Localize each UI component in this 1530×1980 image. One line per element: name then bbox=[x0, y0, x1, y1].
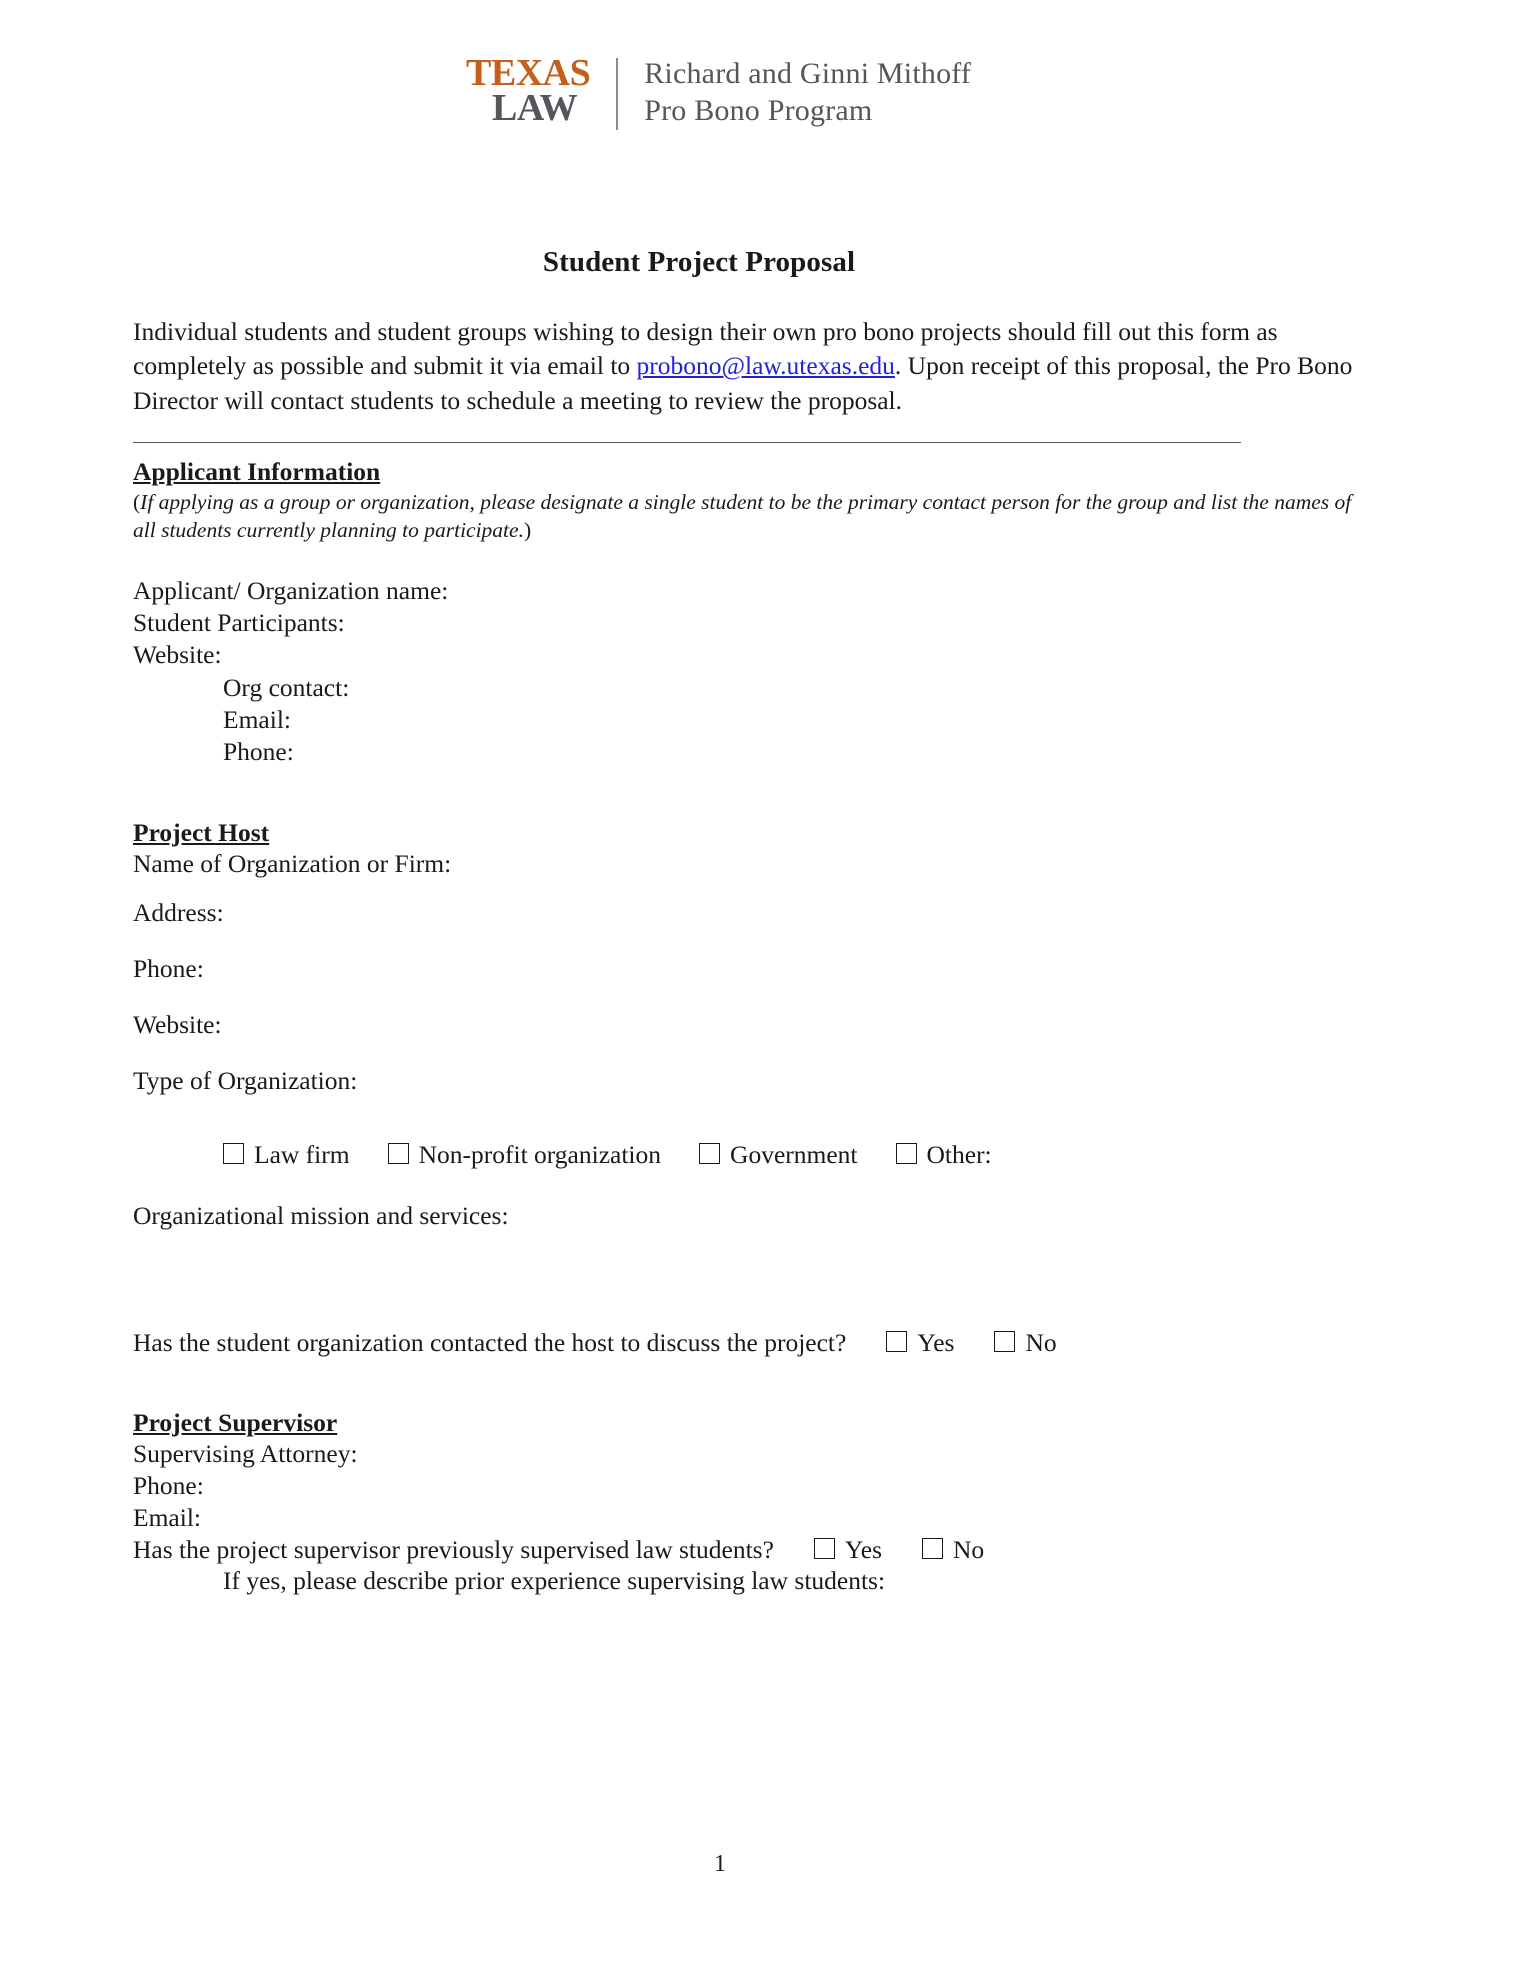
supervised-students-question-label: Has the project supervisor previously su… bbox=[133, 1534, 774, 1564]
checkbox-option-law-firm[interactable]: Law firm bbox=[223, 1140, 350, 1170]
project-host-section: Project Host Name of Organization or Fir… bbox=[133, 810, 1373, 1358]
checkbox-label: Yes bbox=[917, 1328, 955, 1358]
field-applicant-phone[interactable]: Phone: bbox=[133, 736, 1373, 768]
intro-paragraph: Individual students and student groups w… bbox=[133, 315, 1368, 418]
law-wordmark-text: LAW bbox=[492, 86, 578, 129]
checkbox-icon[interactable] bbox=[886, 1331, 908, 1353]
program-name-line-2: Pro Bono Program bbox=[644, 93, 873, 127]
page-number: 1 bbox=[714, 1851, 726, 1877]
checkbox-icon[interactable] bbox=[994, 1331, 1016, 1353]
checkbox-icon[interactable] bbox=[387, 1143, 409, 1165]
project-host-heading: Project Host bbox=[133, 817, 270, 847]
checkbox-label: Law firm bbox=[254, 1140, 350, 1170]
field-supervisor-email[interactable]: Email: bbox=[133, 1502, 1373, 1534]
section-divider bbox=[133, 442, 1241, 444]
page-title: Student Project Proposal bbox=[542, 246, 856, 278]
checkbox-label: Government bbox=[730, 1140, 858, 1170]
texas-wordmark: TEXAS bbox=[466, 54, 591, 92]
field-supervising-attorney[interactable]: Supervising Attorney: bbox=[133, 1438, 1373, 1470]
field-supervisor-phone[interactable]: Phone: bbox=[133, 1470, 1373, 1502]
checkbox-label: Yes bbox=[844, 1534, 883, 1564]
field-org-contact[interactable]: Org contact: bbox=[133, 672, 1373, 704]
checkbox-icon[interactable] bbox=[922, 1537, 944, 1559]
program-name: Richard and Ginni Mithoff Pro Bono Progr… bbox=[618, 56, 971, 129]
field-organizational-mission-and-services[interactable]: Organizational mission and services: bbox=[133, 1200, 1373, 1232]
host-contacted-question-label: Has the student organization contacted t… bbox=[133, 1328, 847, 1358]
checkbox-option-supervised-yes[interactable]: Yes bbox=[813, 1534, 883, 1565]
checkbox-icon[interactable] bbox=[699, 1143, 721, 1165]
note-close-paren: ) bbox=[523, 518, 532, 543]
applicant-information-note-text: If applying as a group or organization, … bbox=[133, 490, 1352, 543]
checkbox-label: No bbox=[953, 1534, 985, 1564]
texas-law-logo: TEXAS LAW Richard and Ginni Mithoff Pro … bbox=[466, 54, 971, 130]
field-applicant-email[interactable]: Email: bbox=[133, 704, 1373, 736]
checkbox-icon[interactable] bbox=[813, 1537, 835, 1559]
checkbox-option-contacted-no[interactable]: No bbox=[994, 1328, 1057, 1358]
field-host-organization-name[interactable]: Name of Organization or Firm: bbox=[133, 848, 1373, 880]
probono-email-link[interactable]: probono@law.utexas.edu bbox=[637, 351, 895, 380]
applicant-information-heading: Applicant Information bbox=[133, 457, 381, 487]
host-contacted-question-row: Has the student organization contacted t… bbox=[133, 1328, 1373, 1358]
law-wordmark: LAW bbox=[492, 89, 578, 127]
document-body: Student Project Proposal Individual stud… bbox=[133, 246, 1373, 1597]
applicant-information-section: Applicant Information (If applying as a … bbox=[133, 449, 1373, 768]
spacer-mission-answer-area[interactable] bbox=[133, 1232, 1373, 1328]
checkbox-label: Other: bbox=[926, 1140, 992, 1170]
field-student-participants[interactable]: Student Participants: bbox=[133, 607, 1373, 639]
texas-law-wordmark: TEXAS LAW bbox=[466, 54, 616, 127]
checkbox-label: Non-profit organization bbox=[418, 1140, 662, 1170]
checkbox-icon[interactable] bbox=[223, 1143, 244, 1165]
organization-type-checkbox-row: Law firm Non-profit organization Governm… bbox=[133, 1140, 1373, 1170]
checkbox-option-government[interactable]: Government bbox=[699, 1140, 858, 1170]
document-page: TEXAS LAW Richard and Ginni Mithoff Pro … bbox=[0, 0, 1530, 1980]
project-supervisor-heading: Project Supervisor bbox=[133, 1408, 338, 1438]
program-name-line-1: Richard and Ginni Mithoff bbox=[644, 57, 972, 90]
checkbox-option-contacted-yes[interactable]: Yes bbox=[886, 1328, 954, 1358]
checkbox-label: No bbox=[1025, 1328, 1057, 1358]
field-if-yes-prior-experience[interactable]: If yes, please describe prior experience… bbox=[133, 1565, 1373, 1597]
applicant-information-note: (If applying as a group or organization,… bbox=[133, 489, 1368, 545]
checkbox-option-non-profit-organization[interactable]: Non-profit organization bbox=[387, 1140, 662, 1170]
field-host-address[interactable]: Address: bbox=[133, 898, 1373, 928]
checkbox-icon[interactable] bbox=[895, 1143, 917, 1165]
field-host-website[interactable]: Website: bbox=[133, 1010, 1373, 1040]
project-supervisor-section: Project Supervisor Supervising Attorney:… bbox=[133, 1400, 1373, 1597]
checkbox-option-other[interactable]: Other: bbox=[895, 1140, 992, 1170]
supervised-students-question-row: Has the project supervisor previously su… bbox=[133, 1535, 1373, 1565]
field-applicant-organization-name[interactable]: Applicant/ Organization name: bbox=[133, 575, 1373, 607]
field-applicant-website[interactable]: Website: bbox=[133, 639, 1373, 671]
checkbox-option-supervised-no[interactable]: No bbox=[922, 1535, 984, 1565]
field-type-of-organization[interactable]: Type of Organization: bbox=[133, 1066, 1373, 1096]
field-host-phone[interactable]: Phone: bbox=[133, 954, 1373, 984]
